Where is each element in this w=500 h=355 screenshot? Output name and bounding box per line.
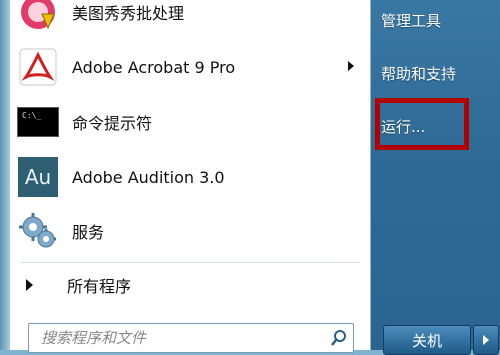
shutdown-label: 关机 bbox=[411, 331, 442, 350]
services-gear-icon bbox=[16, 209, 60, 253]
search-icon[interactable] bbox=[325, 324, 353, 352]
adobe-audition-icon: Au bbox=[16, 155, 60, 199]
system-links-panel: 管理工具 帮助和支持 运行... 关机 bbox=[371, 0, 500, 355]
command-prompt-icon: C:\_ bbox=[16, 100, 60, 144]
program-item-services[interactable]: 服务 bbox=[12, 205, 362, 257]
meitu-batch-icon bbox=[16, 0, 60, 34]
program-label: 美图秀秀批处理 bbox=[72, 4, 185, 23]
adobe-acrobat-icon bbox=[16, 45, 60, 89]
search-box[interactable] bbox=[28, 323, 354, 353]
window-edge bbox=[0, 0, 10, 350]
all-programs-label: 所有程序 bbox=[67, 277, 132, 296]
cmd-icon-text: C:\_ bbox=[17, 107, 59, 137]
program-item-adobe-audition[interactable]: Au Adobe Audition 3.0 bbox=[12, 151, 362, 203]
program-item-adobe-acrobat[interactable]: Adobe Acrobat 9 Pro bbox=[12, 41, 362, 93]
shutdown-arrow-icon bbox=[483, 335, 489, 345]
shutdown-options-button[interactable] bbox=[473, 325, 499, 355]
program-item-command-prompt[interactable]: C:\_ 命令提示符 bbox=[12, 96, 362, 148]
submenu-arrow-icon bbox=[348, 61, 354, 71]
help-support-link[interactable]: 帮助和支持 bbox=[381, 63, 456, 84]
program-label: 服务 bbox=[72, 223, 105, 242]
audition-icon-text: Au bbox=[18, 157, 58, 197]
program-item-meitu-batch[interactable]: 美图秀秀批处理 bbox=[12, 0, 362, 38]
shutdown-button[interactable]: 关机 bbox=[383, 325, 471, 355]
programs-panel: 美图秀秀批处理 Adobe Acrobat 9 Pro C:\_ 命令提示符 A… bbox=[0, 0, 371, 353]
program-label: Adobe Audition 3.0 bbox=[72, 167, 225, 187]
run-highlight-box bbox=[375, 98, 469, 150]
search-input[interactable] bbox=[39, 325, 325, 351]
admin-tools-link[interactable]: 管理工具 bbox=[381, 10, 441, 31]
menu-divider bbox=[20, 262, 360, 263]
program-label: 命令提示符 bbox=[72, 114, 153, 133]
all-programs-arrow-icon bbox=[26, 279, 33, 291]
program-label: Adobe Acrobat 9 Pro bbox=[72, 57, 236, 77]
all-programs-button[interactable]: 所有程序 bbox=[12, 268, 362, 302]
